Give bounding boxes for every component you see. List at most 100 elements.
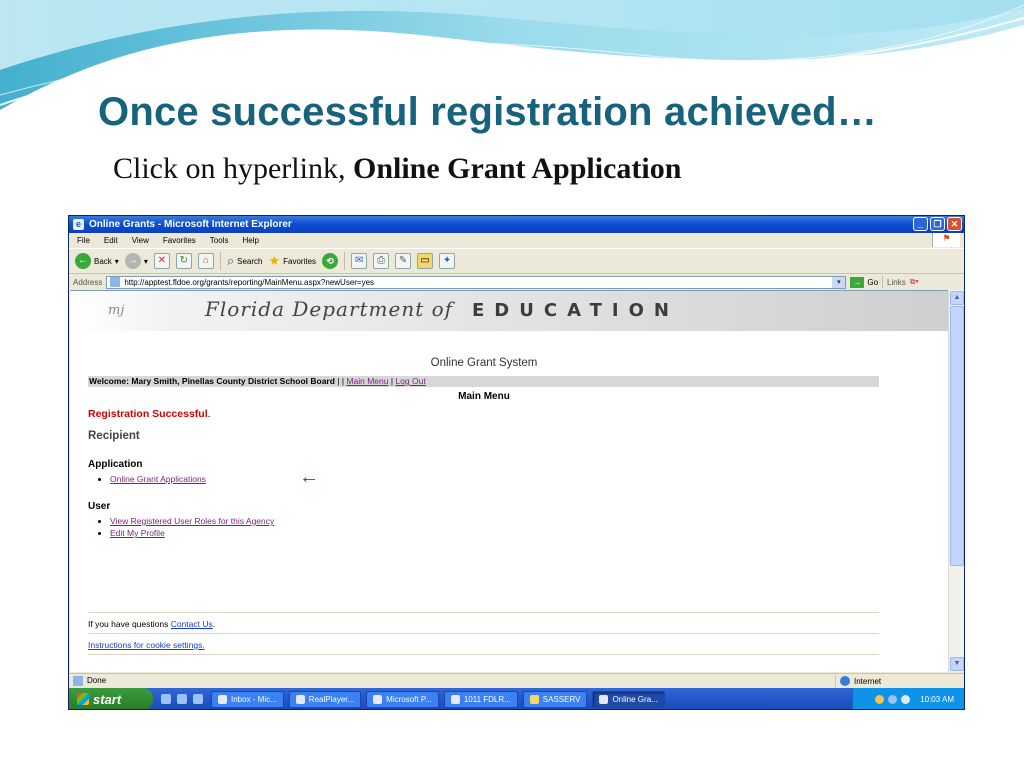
menu-bar: File Edit View Favorites Tools Help ⚑ xyxy=(69,233,964,247)
toolbar-separator xyxy=(344,252,346,270)
windows-taskbar: start Inbox - Mic... RealPlayer... Micro… xyxy=(69,688,964,709)
refresh-icon[interactable]: ↻ xyxy=(175,253,192,269)
close-button[interactable]: ✕ xyxy=(947,217,962,231)
list-item: View Registered User Roles for this Agen… xyxy=(110,516,274,526)
start-button[interactable]: start xyxy=(69,688,153,709)
task-label: RealPlayer... xyxy=(308,694,355,704)
maximize-button[interactable]: ❐ xyxy=(930,217,945,231)
contact-us-link[interactable]: Contact Us xyxy=(171,619,213,629)
menu-file[interactable]: File xyxy=(77,236,90,245)
network-icon[interactable] xyxy=(888,694,898,704)
stop-icon[interactable]: ✕ xyxy=(153,253,170,269)
globe-icon xyxy=(840,676,850,686)
print-icon[interactable]: ⎙ xyxy=(373,253,390,269)
welcome-bar: Welcome: Mary Smith, Pinellas County Dis… xyxy=(88,376,879,387)
page-icon xyxy=(110,277,121,287)
footer-divider xyxy=(88,612,879,613)
log-out-link[interactable]: Log Out xyxy=(395,376,425,386)
menu-edit[interactable]: Edit xyxy=(104,236,118,245)
edit-icon[interactable]: ✎ xyxy=(395,253,412,269)
clock: 10:03 AM xyxy=(920,694,954,704)
standard-toolbar: ← Back ▾ → ▾ ✕ ↻ ⌂ ⌕ Search ★ Favorites … xyxy=(69,248,964,274)
registration-message-text: Registration Successful xyxy=(88,408,208,420)
zone-text: Internet xyxy=(854,676,882,686)
questions-prefix: If you have questions xyxy=(88,619,171,629)
list-item: Edit My Profile xyxy=(110,528,274,538)
scroll-thumb[interactable] xyxy=(950,306,964,566)
home-icon[interactable]: ⌂ xyxy=(197,253,214,269)
task-label: Online Gra... xyxy=(612,694,658,704)
forward-button[interactable]: → ▾ xyxy=(124,253,148,269)
back-button[interactable]: ← Back ▾ xyxy=(75,253,119,269)
menu-view[interactable]: View xyxy=(132,236,149,245)
browser-window: e Online Grants - Microsoft Internet Exp… xyxy=(68,215,965,710)
links-button[interactable]: Links xyxy=(887,278,906,287)
task-label: Microsoft P... xyxy=(386,694,432,704)
go-arrow-icon: → xyxy=(850,276,865,288)
recipient-heading: Recipient xyxy=(88,430,140,442)
fldoe-banner: mj Florida Department of EDUCATION xyxy=(70,291,948,331)
slide-subtitle-prefix: Click on hyperlink, xyxy=(113,152,353,185)
favorites-button[interactable]: ★ Favorites xyxy=(268,253,316,269)
outlook-icon xyxy=(218,694,227,704)
questions-text: If you have questions Contact Us. xyxy=(88,619,215,629)
desktop-quicklaunch-icon[interactable] xyxy=(193,694,203,704)
taskbar-item-fdlr[interactable]: 1011 FDLR... xyxy=(443,690,518,708)
view-user-roles-link[interactable]: View Registered User Roles for this Agen… xyxy=(110,516,274,526)
dropdown-arrow-icon[interactable]: ▾ xyxy=(115,257,119,266)
online-grant-applications-link[interactable]: Online Grant Applications xyxy=(110,474,206,484)
address-input[interactable]: http://apptest.fldoe.org/grants/reportin… xyxy=(106,275,847,289)
taskbar-item-realplayer[interactable]: RealPlayer... xyxy=(288,690,362,708)
menu-favorites[interactable]: Favorites xyxy=(163,236,196,245)
taskbar-item-sasserv[interactable]: SASSERV xyxy=(522,690,588,708)
minimize-button[interactable]: _ xyxy=(913,217,928,231)
windows-flag-icon xyxy=(77,693,89,705)
history-icon[interactable]: ⟲ xyxy=(322,253,339,269)
welcome-text: Welcome: Mary Smith, Pinellas County Dis… xyxy=(89,376,335,386)
toolbar-separator xyxy=(882,276,884,288)
menu-help[interactable]: Help xyxy=(242,236,258,245)
search-icon: ⌕ xyxy=(226,253,235,268)
edit-profile-link[interactable]: Edit My Profile xyxy=(110,528,165,538)
user-heading: User xyxy=(88,501,111,512)
windows-logo-icon: ⚑ xyxy=(932,233,960,247)
messenger-icon[interactable]: ✦ xyxy=(439,253,456,269)
ie-quicklaunch-icon[interactable] xyxy=(161,694,171,704)
ie-icon: e xyxy=(73,219,84,230)
vertical-scrollbar[interactable]: ▲ ▼ xyxy=(948,290,964,672)
user-link-list: View Registered User Roles for this Agen… xyxy=(110,516,274,540)
taskbar-item-microsoft[interactable]: Microsoft P... xyxy=(366,690,439,708)
address-dropdown-icon[interactable]: ▾ xyxy=(832,276,846,288)
scroll-down-button[interactable]: ▼ xyxy=(950,657,964,671)
outlook-quicklaunch-icon[interactable] xyxy=(177,694,187,704)
banner-education-text: EDUCATION xyxy=(472,300,679,321)
taskbar-item-inbox[interactable]: Inbox - Mic... xyxy=(211,690,284,708)
status-bar: Done Internet xyxy=(69,673,964,687)
taskbar-item-online-grants[interactable]: Online Gra... xyxy=(592,690,665,708)
address-bar: Address http://apptest.fldoe.org/grants/… xyxy=(69,274,964,290)
menu-tools[interactable]: Tools xyxy=(210,236,229,245)
page-done-icon xyxy=(73,675,83,686)
task-label: SASSERV xyxy=(542,694,581,704)
scroll-up-button[interactable]: ▲ xyxy=(950,291,964,305)
task-label: 1011 FDLR... xyxy=(463,694,511,704)
realplayer-icon xyxy=(295,694,305,704)
questions-suffix: . xyxy=(212,619,216,629)
volume-icon[interactable] xyxy=(901,694,911,704)
dropdown-arrow-icon[interactable]: ▾ xyxy=(144,257,148,266)
quick-launch xyxy=(153,694,211,704)
window-titlebar[interactable]: e Online Grants - Microsoft Internet Exp… xyxy=(69,216,964,233)
status-text: Done xyxy=(87,676,107,685)
cookie-settings-link[interactable]: Instructions for cookie settings. xyxy=(88,640,205,650)
mail-icon[interactable]: ✉ xyxy=(351,253,368,269)
registration-message: Registration Successful. xyxy=(88,408,211,420)
system-tray: 10:03 AM xyxy=(852,688,964,709)
folder-icon[interactable]: ▭ xyxy=(417,253,434,269)
main-menu-link[interactable]: Main Menu xyxy=(346,376,388,386)
tray-icon[interactable] xyxy=(875,694,885,704)
snagit-icon[interactable]: ⧉▾ xyxy=(910,277,919,287)
go-button[interactable]: → Go xyxy=(850,276,878,288)
search-button[interactable]: ⌕ Search xyxy=(227,253,263,269)
slide-subtitle: Click on hyperlink, Online Grant Applica… xyxy=(113,152,681,186)
window-controls: _ ❐ ✕ xyxy=(913,217,962,231)
